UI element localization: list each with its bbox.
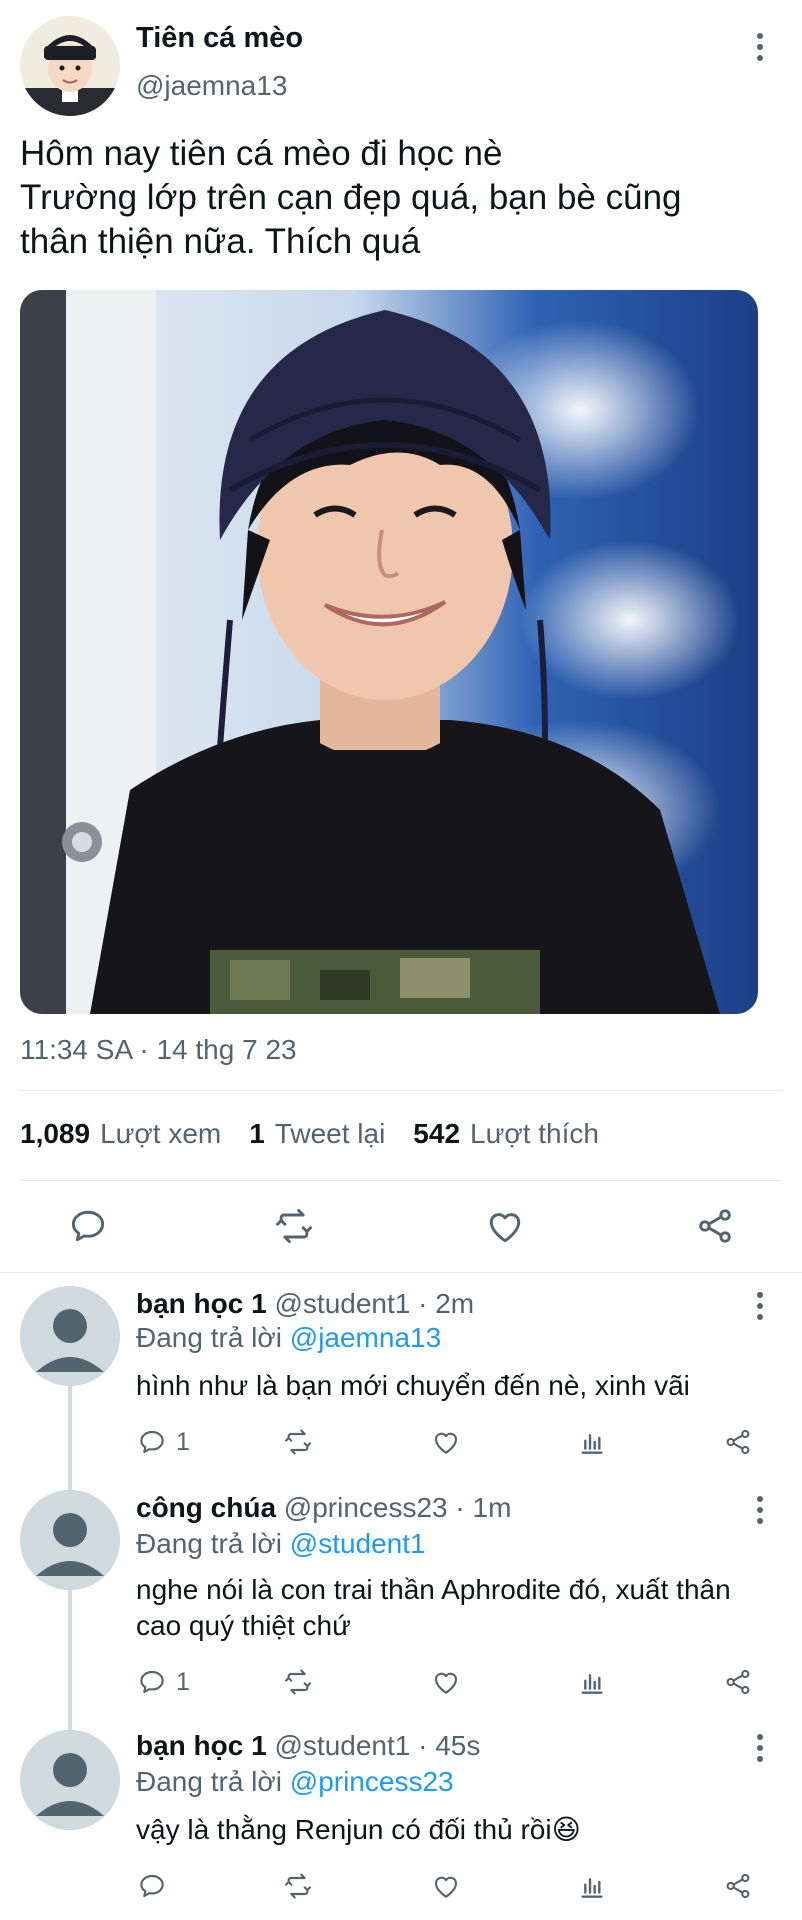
author-avatar[interactable] — [20, 16, 120, 116]
analytics-icon[interactable] — [576, 1664, 608, 1700]
reply-icon[interactable]: 1 — [136, 1664, 190, 1700]
retweet-icon[interactable] — [272, 1204, 316, 1248]
reply-avatar[interactable] — [20, 1490, 120, 1590]
reply-header: công chúa @princess23 · 1m — [136, 1492, 511, 1524]
reply-actions: 1 — [136, 1664, 776, 1704]
more-options-icon[interactable] — [744, 1493, 778, 1527]
thread-connector — [68, 1386, 72, 1498]
share-icon[interactable] — [722, 1868, 754, 1904]
reply-author-name[interactable]: bạn học 1 — [136, 1288, 267, 1319]
replying-to-link[interactable]: @student1 — [290, 1528, 426, 1559]
replying-prefix: Đang trả lời — [136, 1528, 282, 1559]
replying-prefix: Đang trả lời — [136, 1322, 282, 1353]
more-options-icon[interactable] — [744, 1289, 778, 1323]
reply-text-line: vậy là thằng Renjun có đối thủ rồi😆 — [136, 1814, 581, 1845]
divider — [0, 1272, 802, 1273]
like-icon[interactable] — [430, 1868, 462, 1904]
views-stat[interactable]: 1,089 Lượt xem — [20, 1118, 221, 1150]
thread-connector — [68, 1590, 72, 1734]
views-label: Lượt xem — [100, 1118, 222, 1149]
reply-text: nghe nói là con trai thần Aphrodite đó, … — [136, 1572, 786, 1644]
reply-count: 1 — [176, 1427, 190, 1456]
retweet-icon[interactable] — [282, 1424, 314, 1460]
reply-header: bạn học 1 @student1 · 2m — [136, 1288, 474, 1320]
replying-to-link[interactable]: @jaemna13 — [290, 1322, 441, 1353]
reply-author-name[interactable]: bạn học 1 — [136, 1730, 267, 1761]
reply-icon[interactable] — [136, 1868, 176, 1904]
more-options-icon[interactable] — [744, 1731, 778, 1765]
reply-text: vậy là thằng Renjun có đối thủ rồi😆 — [136, 1812, 786, 1848]
retweets-label: Tweet lại — [274, 1118, 386, 1149]
reply-actions: 1 — [136, 1424, 776, 1464]
likes-stat[interactable]: 542 Lượt thích — [413, 1118, 599, 1150]
likes-label: Lượt thích — [470, 1118, 599, 1149]
reply-text-line: hình như là bạn mới chuyển đến nè, xinh … — [136, 1370, 690, 1401]
like-icon[interactable] — [430, 1664, 462, 1700]
views-count: 1,089 — [20, 1118, 91, 1149]
tweet-text-line: Trường lớp trên cạn đẹp quá, bạn bè cũng — [20, 178, 682, 217]
tweet-stats: 1,089 Lượt xem 1 Tweet lại 542 Lượt thích — [20, 1118, 599, 1150]
reply-count: 1 — [176, 1667, 190, 1696]
like-icon[interactable] — [483, 1204, 527, 1248]
reply-avatar[interactable] — [20, 1730, 120, 1830]
tweet-photo[interactable] — [20, 290, 758, 1014]
share-icon[interactable] — [722, 1424, 754, 1460]
divider — [20, 1180, 782, 1181]
reply-actions — [136, 1868, 776, 1908]
retweets-count: 1 — [249, 1118, 265, 1149]
replying-to-link[interactable]: @princess23 — [290, 1766, 454, 1797]
analytics-icon[interactable] — [576, 1868, 608, 1904]
divider — [20, 1090, 782, 1091]
replying-to: Đang trả lời @student1 — [136, 1528, 426, 1560]
analytics-icon[interactable] — [576, 1424, 608, 1460]
reply-header: bạn học 1 @student1 · 45s — [136, 1730, 480, 1762]
reply-time[interactable]: · 2m — [418, 1288, 474, 1319]
likes-count: 542 — [413, 1118, 461, 1149]
retweet-icon[interactable] — [282, 1664, 314, 1700]
reply-author-name[interactable]: công chúa — [136, 1492, 276, 1523]
retweet-icon[interactable] — [282, 1868, 314, 1904]
tweet-text: Hôm nay tiên cá mèo đi học nè Trường lớp… — [20, 132, 780, 264]
reply-icon[interactable]: 1 — [136, 1424, 190, 1460]
reply-time[interactable]: · 45s — [418, 1730, 480, 1761]
tweet-text-line: Hôm nay tiên cá mèo đi học nè — [20, 134, 503, 173]
replying-prefix: Đang trả lời — [136, 1766, 282, 1797]
share-icon[interactable] — [722, 1664, 754, 1700]
more-options-icon[interactable] — [744, 30, 778, 64]
reply-text-line: cao quý thiệt chứ — [136, 1610, 351, 1641]
retweets-stat[interactable]: 1 Tweet lại — [249, 1118, 385, 1150]
reply-text-line: nghe nói là con trai thần Aphrodite đó, … — [136, 1574, 731, 1605]
reply-avatar[interactable] — [20, 1286, 120, 1386]
reply-author-handle[interactable]: @princess23 — [284, 1492, 448, 1523]
share-icon[interactable] — [693, 1204, 737, 1248]
reply-author-handle[interactable]: @student1 — [274, 1730, 410, 1761]
author-handle[interactable]: @jaemna13 — [136, 70, 287, 102]
reply-author-handle[interactable]: @student1 — [274, 1288, 410, 1319]
author-display-name[interactable]: Tiên cá mèo — [136, 22, 303, 55]
tweet-timestamp[interactable]: 11:34 SA · 14 thg 7 23 — [20, 1034, 297, 1066]
tweet-text-line: thân thiện nữa. Thích quá — [20, 222, 421, 261]
replying-to: Đang trả lời @jaemna13 — [136, 1322, 441, 1354]
like-icon[interactable] — [430, 1424, 462, 1460]
reply-text: hình như là bạn mới chuyển đến nè, xinh … — [136, 1368, 786, 1404]
reply-time[interactable]: · 1m — [455, 1492, 511, 1523]
replying-to: Đang trả lời @princess23 — [136, 1766, 454, 1798]
reply-icon[interactable] — [66, 1204, 110, 1248]
